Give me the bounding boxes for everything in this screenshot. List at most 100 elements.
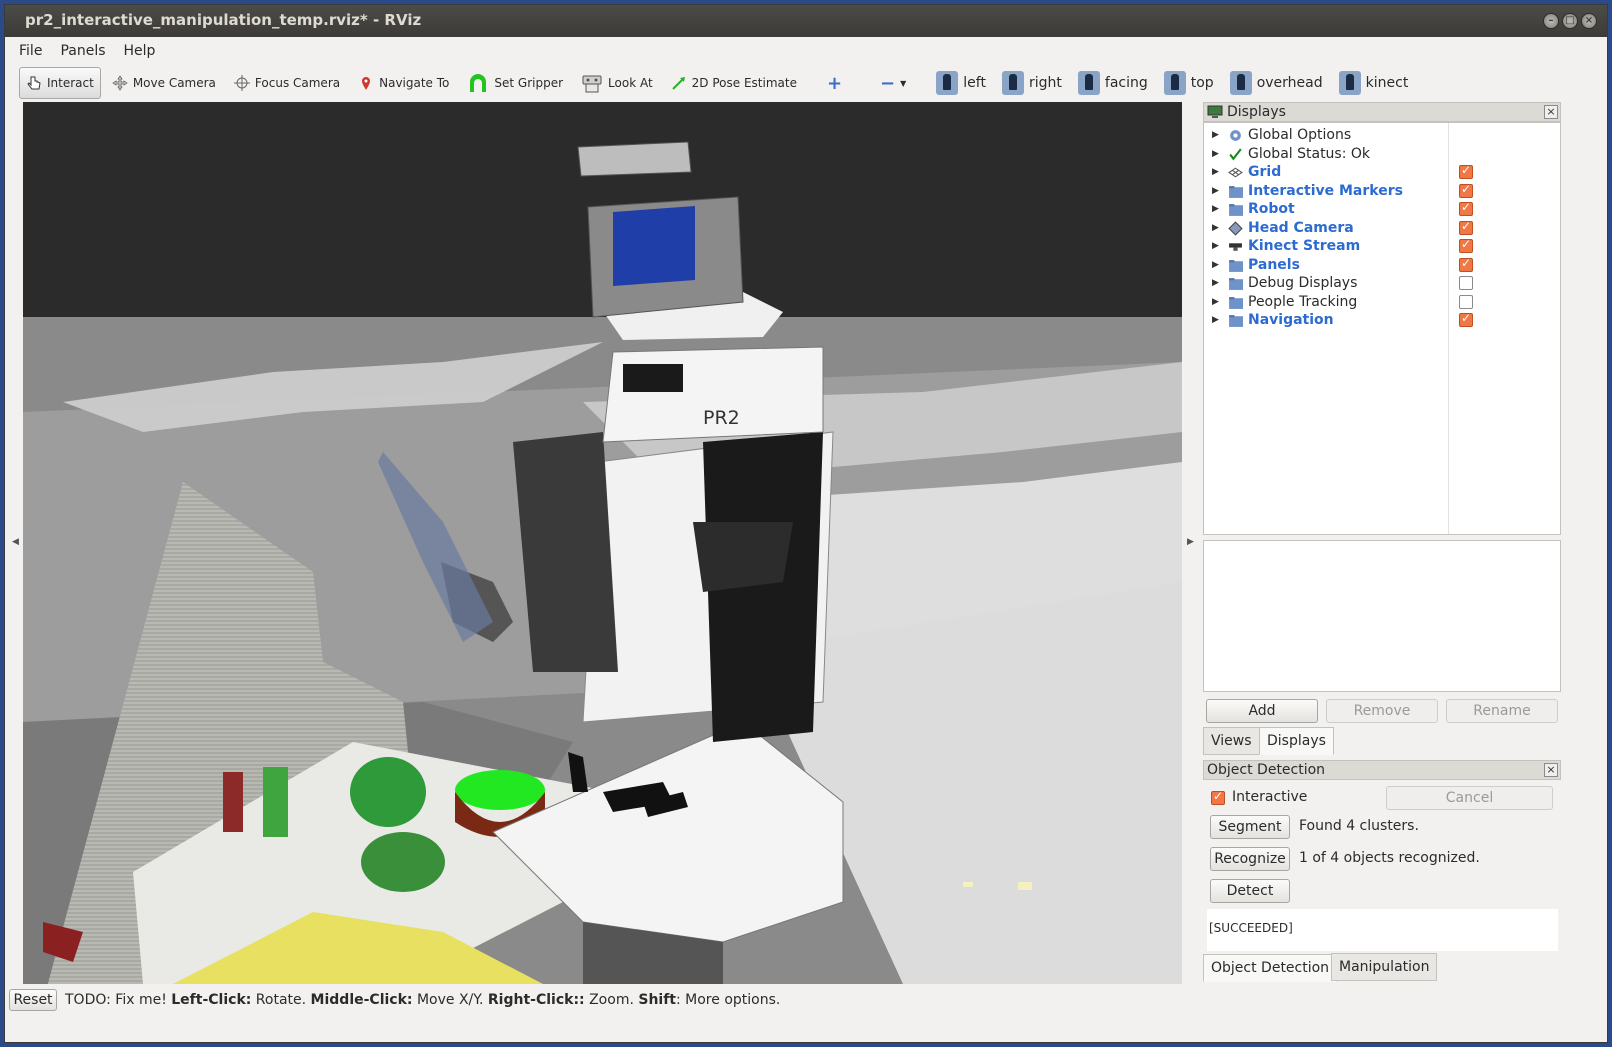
display-item[interactable]: ▶ People Tracking xyxy=(1204,293,1560,311)
add-display-button[interactable]: Add xyxy=(1206,699,1318,723)
expand-arrow-icon[interactable]: ▶ xyxy=(1212,315,1219,325)
tool-bar: Interact Move Camera Focus Camera Naviga… xyxy=(5,64,1607,102)
left-dock-handle-icon[interactable]: ◀ xyxy=(12,537,19,547)
close-panel-icon[interactable]: × xyxy=(1544,105,1558,119)
expand-arrow-icon[interactable]: ▶ xyxy=(1212,186,1219,196)
add-tool-button[interactable]: + xyxy=(820,67,849,99)
view-facing-label: facing xyxy=(1104,75,1148,91)
title-bar: pr2_interactive_manipulation_temp.rviz* … xyxy=(5,5,1607,37)
status-val-middle: Move X/Y. xyxy=(412,992,488,1008)
interact-label: Interact xyxy=(47,76,94,90)
display-item[interactable]: ▶ Head Camera xyxy=(1204,219,1560,237)
view-top-button[interactable]: top xyxy=(1157,67,1221,99)
status-key-shift: Shift xyxy=(638,992,676,1008)
3d-scene: PR2 xyxy=(23,102,1182,984)
display-item[interactable]: ▶ Global Options xyxy=(1204,126,1560,144)
display-item-label: Debug Displays xyxy=(1248,275,1358,291)
display-item-label: Navigation xyxy=(1248,312,1334,328)
view-top-label: top xyxy=(1190,75,1214,91)
folder-icon xyxy=(1228,276,1243,290)
look-at-tool-button[interactable]: Look At xyxy=(574,67,660,99)
move-camera-tool-button[interactable]: Move Camera xyxy=(105,67,223,99)
display-item-label: Interactive Markers xyxy=(1248,182,1403,199)
minimize-icon[interactable]: – xyxy=(1543,13,1559,29)
display-enable-checkbox[interactable] xyxy=(1459,311,1473,327)
display-enable-checkbox[interactable] xyxy=(1459,256,1473,272)
display-item[interactable]: ▶ Grid xyxy=(1204,163,1560,181)
expand-arrow-icon[interactable]: ▶ xyxy=(1212,204,1219,214)
interact-tool-button[interactable]: Interact xyxy=(19,67,101,99)
recognize-status: 1 of 4 objects recognized. xyxy=(1299,850,1480,866)
segment-button[interactable]: Segment xyxy=(1210,815,1290,839)
interactive-label: Interactive xyxy=(1232,789,1308,805)
remove-tool-button[interactable]: − ▼ xyxy=(873,67,913,99)
set-gripper-tool-button[interactable]: Set Gripper xyxy=(460,67,570,99)
view-left-label: left xyxy=(963,75,986,91)
expand-arrow-icon[interactable]: ▶ xyxy=(1212,260,1219,270)
display-item[interactable]: ▶ Interactive Markers xyxy=(1204,182,1560,200)
view-kinect-button[interactable]: kinect xyxy=(1332,67,1416,99)
display-item-label: Global Options xyxy=(1248,127,1352,143)
view-right-button[interactable]: right xyxy=(995,67,1069,99)
menu-file[interactable]: File xyxy=(19,43,42,59)
interactive-checkbox[interactable] xyxy=(1211,789,1225,805)
look-at-icon xyxy=(582,75,602,93)
navigate-to-tool-button[interactable]: Navigate To xyxy=(351,67,456,99)
display-item[interactable]: ▶ Global Status: Ok xyxy=(1204,145,1560,163)
reset-button[interactable]: Reset xyxy=(9,989,57,1011)
display-enable-checkbox[interactable] xyxy=(1459,182,1473,198)
display-enable-checkbox[interactable] xyxy=(1459,163,1473,179)
3d-viewport[interactable]: PR2 xyxy=(23,102,1182,984)
display-item[interactable]: ▶ Debug Displays xyxy=(1204,274,1560,292)
display-item[interactable]: ▶ Kinect Stream xyxy=(1204,237,1560,255)
expand-arrow-icon[interactable]: ▶ xyxy=(1212,167,1219,177)
rename-display-button[interactable]: Rename xyxy=(1446,699,1558,723)
detect-button[interactable]: Detect xyxy=(1210,879,1290,903)
detection-result-text: [SUCCEEDED] xyxy=(1207,909,1558,951)
cancel-button[interactable]: Cancel xyxy=(1386,786,1553,810)
monitor-icon xyxy=(1207,105,1223,118)
view-facing-button[interactable]: facing xyxy=(1071,67,1155,99)
tab-displays[interactable]: Displays xyxy=(1259,727,1334,755)
status-val-shift: : More options. xyxy=(676,992,781,1008)
folder-icon xyxy=(1228,295,1243,309)
maximize-icon[interactable]: □ xyxy=(1562,13,1578,29)
look-at-label: Look At xyxy=(608,76,653,90)
display-enable-checkbox[interactable] xyxy=(1459,294,1473,309)
display-enable-checkbox[interactable] xyxy=(1459,237,1473,253)
robot-view-icon xyxy=(1163,71,1186,95)
view-left-button[interactable]: left xyxy=(929,67,993,99)
close-icon[interactable]: × xyxy=(1581,13,1597,29)
expand-arrow-icon[interactable]: ▶ xyxy=(1212,149,1219,159)
display-enable-checkbox[interactable] xyxy=(1459,276,1473,290)
expand-arrow-icon[interactable]: ▶ xyxy=(1212,278,1219,288)
object-detection-panel-title: Object Detection xyxy=(1207,762,1326,778)
tab-manipulation[interactable]: Manipulation xyxy=(1331,953,1438,981)
close-panel-icon[interactable]: × xyxy=(1544,763,1558,777)
tab-object-detection[interactable]: Object Detection xyxy=(1203,954,1338,982)
recognize-button[interactable]: Recognize xyxy=(1210,847,1290,871)
display-item[interactable]: ▶ Panels xyxy=(1204,256,1560,274)
robot-view-icon xyxy=(1077,71,1100,95)
menu-help[interactable]: Help xyxy=(124,43,156,59)
tab-views[interactable]: Views xyxy=(1203,727,1260,755)
remove-display-button[interactable]: Remove xyxy=(1326,699,1438,723)
right-dock-handle-icon[interactable]: ▶ xyxy=(1187,537,1194,547)
displays-panel-header: Displays × xyxy=(1203,102,1561,122)
display-item[interactable]: ▶ Navigation xyxy=(1204,311,1560,329)
menu-panels[interactable]: Panels xyxy=(60,43,105,59)
pose-estimate-tool-button[interactable]: 2D Pose Estimate xyxy=(664,67,804,99)
robot-view-icon xyxy=(1338,71,1361,95)
display-enable-checkbox[interactable] xyxy=(1459,219,1473,235)
view-overhead-button[interactable]: overhead xyxy=(1223,67,1330,99)
expand-arrow-icon[interactable]: ▶ xyxy=(1212,297,1219,307)
navigate-to-label: Navigate To xyxy=(379,76,450,90)
focus-camera-tool-button[interactable]: Focus Camera xyxy=(227,67,347,99)
display-enable-checkbox[interactable] xyxy=(1459,200,1473,216)
expand-arrow-icon[interactable]: ▶ xyxy=(1212,223,1219,233)
display-item[interactable]: ▶ Robot xyxy=(1204,200,1560,218)
expand-arrow-icon[interactable]: ▶ xyxy=(1212,241,1219,251)
expand-arrow-icon[interactable]: ▶ xyxy=(1212,130,1219,140)
folder-icon xyxy=(1228,184,1243,198)
focus-camera-icon xyxy=(233,75,250,91)
